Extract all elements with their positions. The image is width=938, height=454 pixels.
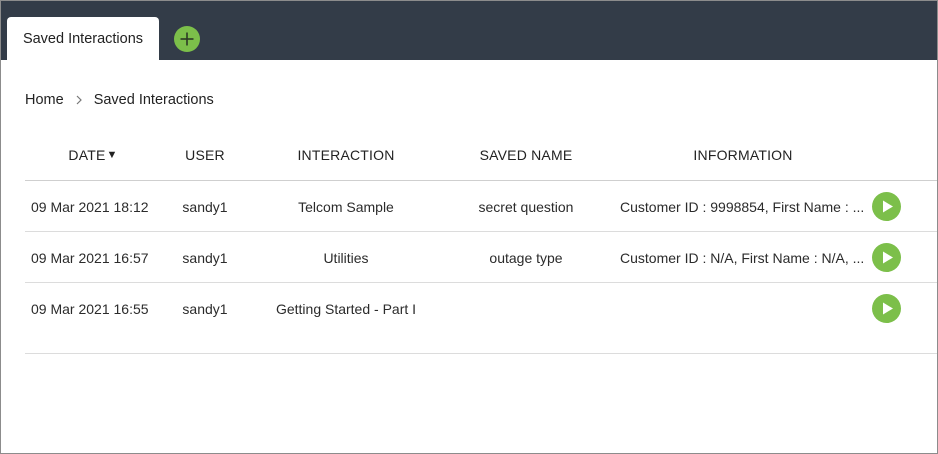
table-header: DATE ▼ USER INTERACTION SAVED NAME INFORM… — [25, 129, 937, 181]
tab-bar: Saved Interactions — [1, 1, 937, 61]
column-header-date[interactable]: DATE ▼ — [43, 129, 143, 181]
tab-label: Saved Interactions — [22, 31, 144, 47]
cell-saved-name: outage type — [489, 249, 563, 266]
cell-saved-name — [451, 283, 601, 334]
cell-interaction: Utilities — [323, 249, 369, 266]
cell-interaction: Telcom Sample — [298, 198, 394, 215]
play-button[interactable] — [872, 294, 901, 323]
play-icon — [883, 200, 893, 213]
cell-saved-name: secret question — [478, 198, 574, 215]
breadcrumb: Home Saved Interactions — [25, 90, 214, 110]
column-header-saved-name[interactable]: SAVED NAME — [451, 129, 601, 181]
plus-icon — [180, 32, 194, 46]
add-tab-button[interactable] — [174, 26, 200, 52]
saved-interactions-table: DATE ▼ USER INTERACTION SAVED NAME INFORM… — [25, 129, 937, 354]
table-row[interactable]: 09 Mar 2021 16:57 sandy1 Utilities outag… — [25, 232, 937, 283]
column-header-user[interactable]: USER — [165, 129, 245, 181]
app-window: Saved Interactions Home Saved Interactio… — [0, 0, 938, 454]
sort-descending-icon: ▼ — [106, 149, 118, 161]
column-header-information[interactable]: INFORMATION — [643, 129, 843, 181]
cell-user: sandy1 — [182, 300, 228, 317]
play-icon — [883, 302, 893, 315]
table-row[interactable]: 09 Mar 2021 18:12 sandy1 Telcom Sample s… — [25, 181, 937, 232]
cell-information: Customer ID : N/A, First Name : N/A, ... — [620, 249, 865, 266]
tab-saved-interactions[interactable]: Saved Interactions — [7, 17, 159, 61]
chevron-right-icon — [75, 95, 83, 105]
cell-user: sandy1 — [182, 198, 228, 215]
breadcrumb-current: Saved Interactions — [93, 92, 214, 108]
breadcrumb-home-link[interactable]: Home — [25, 92, 64, 108]
cell-date: 09 Mar 2021 16:55 — [31, 300, 149, 317]
play-button[interactable] — [872, 192, 901, 221]
table-row[interactable]: 09 Mar 2021 16:55 sandy1 Getting Started… — [25, 283, 937, 354]
play-button[interactable] — [872, 243, 901, 272]
cell-date: 09 Mar 2021 18:12 — [31, 198, 149, 215]
cell-interaction: Getting Started - Part I — [275, 300, 417, 317]
cell-information — [620, 283, 870, 334]
play-icon — [883, 251, 893, 264]
cell-information: Customer ID : 9998854, First Name : ... — [620, 198, 865, 215]
column-header-interaction[interactable]: INTERACTION — [251, 129, 441, 181]
cell-date: 09 Mar 2021 16:57 — [31, 249, 149, 266]
cell-user: sandy1 — [182, 249, 228, 266]
